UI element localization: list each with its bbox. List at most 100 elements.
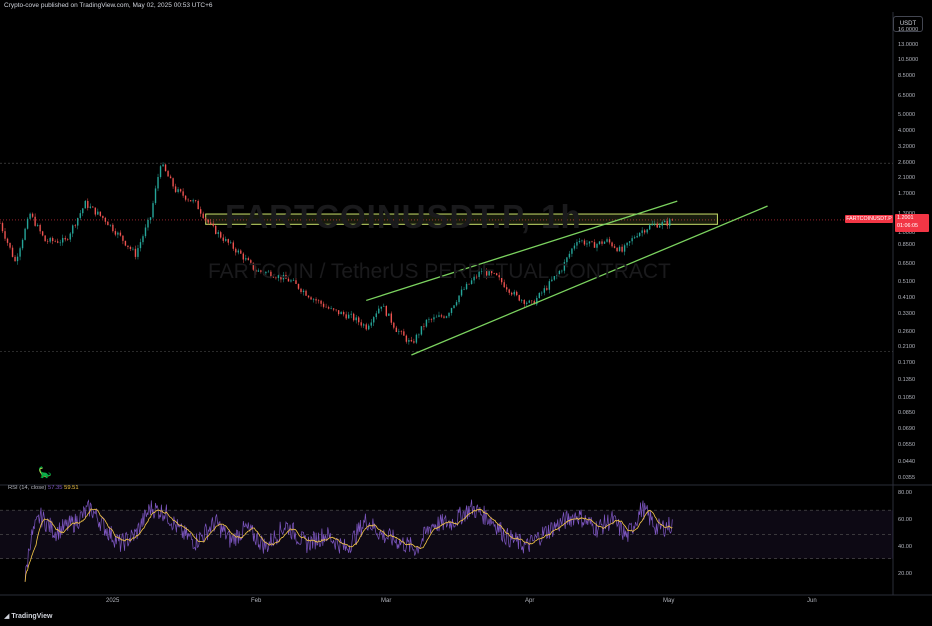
candle-body — [139, 242, 142, 249]
candle-body — [385, 305, 387, 316]
candle-body — [307, 295, 310, 298]
candle-body — [107, 221, 109, 226]
candle-body — [383, 305, 385, 307]
candle-body — [358, 317, 360, 323]
candle-body — [621, 246, 623, 252]
candle-body — [633, 237, 636, 239]
candle-body — [596, 243, 598, 248]
candle-body — [300, 288, 302, 293]
candle-body — [400, 331, 403, 332]
candle-body — [448, 312, 450, 317]
candle-body — [207, 219, 209, 223]
replay-dino-icon[interactable]: 🦕 — [38, 466, 52, 479]
price-tick: 16.0000 — [898, 26, 919, 33]
price-tick: 0.2100 — [898, 344, 916, 351]
candle-body — [455, 302, 458, 306]
candle-body — [543, 288, 546, 293]
candle-body — [134, 248, 137, 257]
candle-body — [460, 289, 463, 296]
candle-body — [36, 225, 39, 226]
candle-body — [34, 216, 36, 226]
candle-body — [230, 242, 232, 244]
candle-body — [184, 195, 187, 200]
candle-body — [49, 238, 51, 242]
candle-body — [611, 242, 613, 247]
candle-body — [94, 207, 97, 215]
price-tick: 0.3300 — [898, 311, 916, 318]
candle-body — [403, 331, 405, 336]
candle-body — [199, 209, 202, 214]
candle-body — [325, 306, 327, 308]
rsi-tick: 40.00 — [898, 544, 912, 550]
rsi-label: RSI (14, close) — [8, 485, 47, 491]
time-label-may: May — [663, 598, 675, 604]
candle-body — [104, 217, 107, 222]
candle-body — [458, 295, 460, 303]
candle-body — [636, 235, 638, 238]
rsi-tick: 60.00 — [898, 517, 912, 523]
price-tick: 0.0440 — [898, 458, 916, 465]
candle-body — [46, 241, 49, 242]
candle-body — [653, 223, 656, 225]
candle-body — [164, 164, 167, 172]
candle-body — [388, 313, 390, 316]
candle-body — [375, 313, 377, 318]
chart-stage[interactable]: FARTCOINUSDT.P, 1h FARTCOIN / TetherUS P… — [0, 0, 932, 626]
rsi-legend[interactable]: RSI (14, close) 57.35 59.51 — [8, 485, 79, 491]
candle-body — [445, 316, 448, 318]
candle-body — [142, 236, 144, 243]
candle-body — [576, 242, 578, 246]
candle-body — [6, 238, 9, 243]
candle-body — [72, 225, 74, 234]
chart-canvas[interactable] — [0, 0, 932, 626]
candle-body — [149, 217, 152, 220]
candle-body — [438, 315, 440, 317]
candle-body — [114, 231, 117, 235]
candle-body — [242, 253, 245, 260]
time-label-mar: Mar — [381, 598, 392, 604]
bar-countdown: 01:06:05 — [897, 223, 918, 229]
candle-body — [613, 246, 616, 248]
candle-body — [428, 319, 430, 320]
candle-body — [623, 245, 626, 252]
candle-body — [124, 240, 127, 246]
price-tick: 10.5000 — [898, 57, 919, 64]
candle-body — [342, 312, 345, 315]
price-tick: 2.6000 — [898, 159, 916, 166]
candle-body — [568, 253, 571, 258]
candle-body — [513, 291, 515, 295]
price-tick: 6.5000 — [898, 92, 916, 99]
tv-brand: TradingView — [11, 613, 53, 620]
candle-body — [440, 315, 443, 317]
last-price-tag: 1.2001 01:06:05 — [895, 214, 929, 232]
candle-body — [531, 300, 533, 302]
candle-body — [583, 240, 586, 245]
tradingview-logo[interactable]: ◢ TradingView — [4, 612, 52, 620]
price-tick: 4.0000 — [898, 128, 916, 135]
price-tick: 3.2000 — [898, 144, 916, 151]
watermark-symbol: FARTCOINUSDT.P, 1h — [225, 198, 582, 235]
candle-body — [345, 314, 347, 319]
candle-body — [418, 334, 420, 336]
price-tick: 2.1000 — [898, 175, 916, 182]
candle-body — [312, 299, 315, 300]
price-tick: 0.4100 — [898, 295, 916, 302]
candle-body — [9, 242, 11, 248]
candle-body — [64, 237, 66, 240]
rsi-value: 57.35 — [47, 485, 63, 491]
candle-body — [297, 283, 300, 289]
rsi-tick: 20.00 — [898, 571, 912, 577]
candle-body — [546, 288, 548, 290]
candle-body — [97, 211, 99, 215]
candle-body — [347, 314, 350, 319]
candle-body — [526, 302, 528, 304]
candle-body — [162, 164, 164, 167]
candle-body — [593, 242, 596, 248]
candle-body — [305, 290, 307, 296]
candle-body — [177, 189, 179, 192]
candle-body — [408, 340, 410, 342]
candle-body — [390, 313, 393, 323]
rsi-tick: 80.00 — [898, 490, 912, 496]
candle-body — [415, 334, 418, 343]
candle-body — [463, 289, 465, 290]
